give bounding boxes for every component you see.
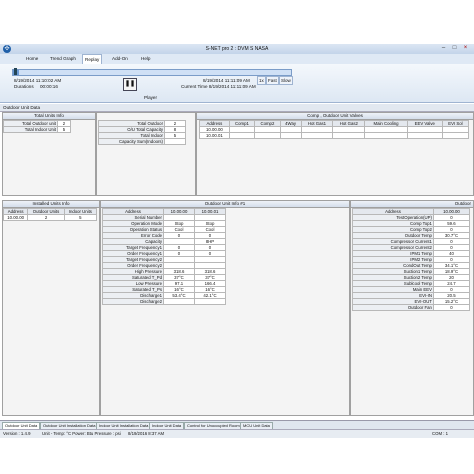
menu-replay[interactable]: Replay xyxy=(82,54,103,64)
outdoor-unit-info-title: Outdoor Unit Info #1 xyxy=(101,201,349,208)
duration-value: 00:00:16 xyxy=(40,84,58,89)
version-text: Version : 1.4.9 xyxy=(3,431,31,436)
speed-1x-button[interactable]: 1x xyxy=(257,76,266,85)
table-cell: 5 xyxy=(63,214,98,221)
row-label: Discharge2 xyxy=(102,298,164,305)
pause-button[interactable]: ❚❚ xyxy=(123,78,137,91)
row-label: 10.00.00 xyxy=(2,214,29,221)
table-cell: 2 xyxy=(27,214,65,221)
table-cell xyxy=(279,132,302,139)
column-header: Outdoor Units xyxy=(27,208,65,215)
outdoor-unit-data-header: Outdoor Unit Data xyxy=(0,104,474,112)
status-bar: Version : 1.4.9 Unit - Temp: °C Power: B… xyxy=(0,429,474,438)
menu-home[interactable]: Home xyxy=(24,56,40,61)
current-time: Current Time 8/19/2014 11:11:09 AM xyxy=(181,84,256,89)
units-text: Unit - Temp: °C Power: Btu Pressure : ps… xyxy=(42,431,121,436)
row-label: Outdoor Fan xyxy=(352,304,434,311)
replay-slider-thumb[interactable] xyxy=(14,68,17,75)
table-cell xyxy=(254,132,281,139)
table-cell xyxy=(228,132,256,139)
com-port-text: COM : 1 xyxy=(432,431,448,436)
outdoor-unit-info-table: Address 10.00.00 10.00.01 Serial Number Oper… xyxy=(102,208,227,305)
title-bar: ✣ S-NET pro 2 : DVM S NASA – □ × xyxy=(0,44,474,54)
menu-trend-graph[interactable]: Trend Graph xyxy=(48,56,78,61)
datetime-text: 8/19/2016 8:37 AM xyxy=(128,431,165,436)
duration-label: Durations xyxy=(14,84,34,89)
outdoor-unit-data-title: Outdoor Unit Data xyxy=(3,105,41,110)
total-units-title: Total Units Info xyxy=(3,113,95,120)
capacity-sum-value xyxy=(164,138,186,145)
total-indoor-unit-label: Total Indoor Unit xyxy=(3,126,58,133)
close-button[interactable]: × xyxy=(462,45,469,52)
table-cell xyxy=(441,132,470,139)
replay-end-time: 8/19/2014 11:11:09 AM xyxy=(203,78,250,83)
speed-fast-button[interactable]: Fast xyxy=(266,76,279,85)
comp-valves-title: Comp , Outdoor Unit Valves xyxy=(197,113,473,120)
capacity-sum-label: Capacity Sum(Indoors) xyxy=(98,138,165,145)
table-cell xyxy=(300,132,334,139)
maximize-button[interactable]: □ xyxy=(451,45,458,52)
minimize-button[interactable]: – xyxy=(440,45,447,52)
table-row: Capacity Sum(Indoors) xyxy=(98,138,186,145)
table-row: Outdoor Fan 0 xyxy=(352,304,471,311)
bottom-tabs: Outdoor Unit Data Outdoor Unit Installat… xyxy=(0,420,474,430)
menu-help[interactable]: Help xyxy=(139,56,152,61)
table-cell: 0 xyxy=(432,304,471,311)
installed-units-title: Installed Units Info xyxy=(3,201,99,208)
replay-start-time: 8/19/2014 11:10:02 AM xyxy=(14,78,62,83)
table-cell xyxy=(406,132,443,139)
replay-progress-bar[interactable] xyxy=(12,69,292,76)
table-row: 10.00.00 2 5 xyxy=(2,214,98,221)
window-title: S-NET pro 2 : DVM S NASA xyxy=(205,46,269,52)
column-header: Indoor Units xyxy=(63,208,98,215)
table-cell xyxy=(364,132,408,139)
table-header-row: Address Outdoor Units Indoor Units xyxy=(2,208,98,215)
total-indoor-unit-value: 5 xyxy=(57,126,71,133)
table-row: Total Indoor Unit 5 xyxy=(3,126,71,133)
total-outdoor-table: Total Outdoor 2 O/U Total Capacity 8 Total… xyxy=(98,120,186,145)
outdoor-right-table: Address 10.00.00 TestOperation(UP) 0 Comp To… xyxy=(352,208,471,311)
table-cell xyxy=(162,298,195,305)
table-row: 10.00.01 xyxy=(199,132,470,139)
installed-units-panel: Installed Units Info xyxy=(2,200,100,416)
outdoor-right-title: Outdoor xyxy=(351,201,473,208)
speed-slow-button[interactable]: Slow xyxy=(279,76,293,85)
row-label: 10.00.01 xyxy=(199,132,230,139)
comp-valves-table: Address Comp1 Comp2 4Way Hot Gas1 Hot Gas2 Mai… xyxy=(199,120,470,139)
table-cell xyxy=(193,298,227,305)
installed-units-table: Address Outdoor Units Indoor Units 10.00.00… xyxy=(2,208,98,221)
total-units-table: Total Outdoor unit 2 Total Indoor Unit 5 xyxy=(3,120,71,133)
menu-add-on[interactable]: Add-On xyxy=(110,56,130,61)
table-cell xyxy=(332,132,366,139)
table-row: Discharge2 xyxy=(102,298,227,305)
player-label: Player xyxy=(144,95,158,100)
